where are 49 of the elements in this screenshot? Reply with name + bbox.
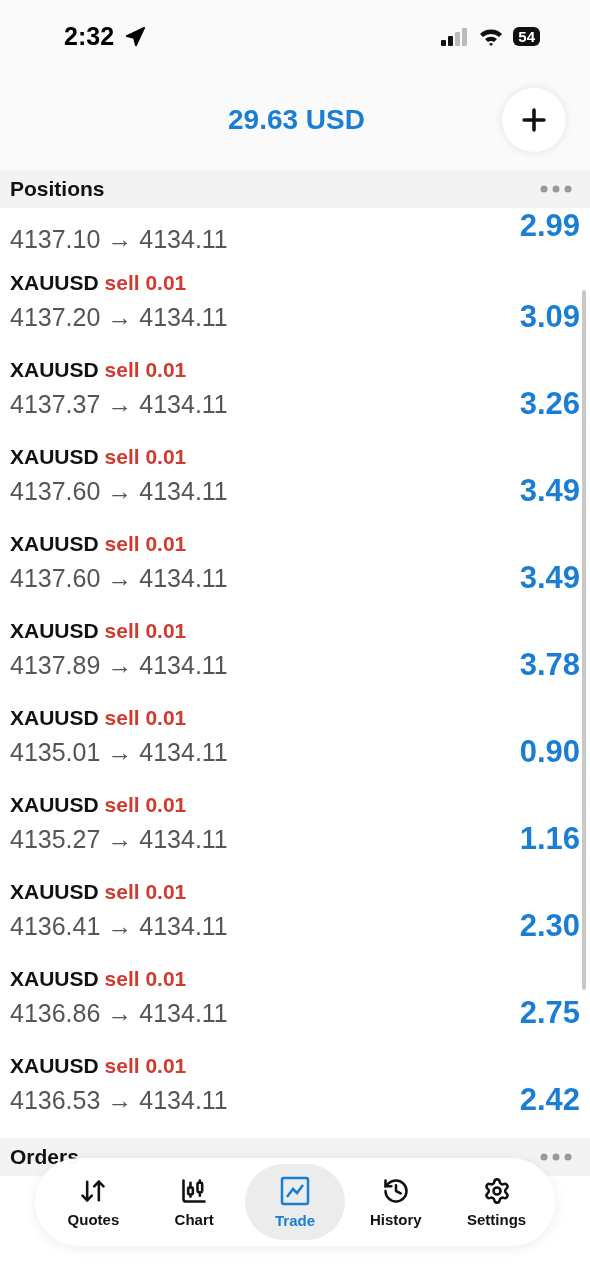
clock-time: 2:32 [64,22,115,51]
history-icon [381,1176,410,1205]
position-prices: 4137.89 → 4134.11 [10,651,228,680]
position-prices: 4137.10 → 4134.11 [10,225,228,254]
position-title: XAUUSD sell 0.01 [10,271,188,295]
candlestick-icon [180,1176,209,1205]
position-profit: 2.30 [519,907,580,944]
position-prices: 4136.86 → 4134.11 [10,999,228,1028]
section-title: Positions [10,177,105,201]
position-profit: 3.78 [519,646,580,683]
position-prices: 4137.60 → 4134.11 [10,477,228,506]
tab-button[interactable]: Trade [244,1164,346,1240]
position-profit: 2.42 [519,1081,580,1118]
position-title: XAUUSD sell 0.01 [10,1054,188,1078]
signal-icon [441,27,470,46]
position-prices: 4135.27 → 4134.11 [10,825,228,854]
position-prices: 4135.01 → 4134.11 [10,738,228,767]
tab-button[interactable]: Settings [446,1164,547,1240]
tab-button[interactable]: Chart [143,1164,245,1240]
position-prices: 4137.20 → 4134.11 [10,303,228,332]
balance-value: 29.63 USD [228,104,365,136]
more-icon[interactable] [540,185,572,193]
position-profit: 2.99 [519,208,580,244]
position-profit: 2.75 [519,994,580,1031]
position-title: XAUUSD sell 0.01 [10,880,188,904]
position-profit: 3.49 [519,472,580,509]
trend-chart-icon [280,1175,310,1206]
position-profit: 3.26 [519,385,580,422]
position-prices: 4136.53 → 4134.11 [10,1086,228,1115]
position-prices: 4136.41 → 4134.11 [10,912,228,941]
tab-button[interactable]: History [345,1164,447,1240]
position-prices: 4137.60 → 4134.11 [10,564,228,593]
battery-indicator: 54 [513,27,540,46]
position-profit: 3.49 [519,559,580,596]
position-title: XAUUSD sell 0.01 [10,532,188,556]
position-prices: 4137.37 → 4134.11 [10,390,228,419]
position-title: XAUUSD sell 0.01 [10,967,188,991]
position-title: XAUUSD sell 0.01 [10,793,188,817]
position-title: XAUUSD sell 0.01 [10,445,188,469]
settings-icon [482,1176,511,1205]
position-profit: 1.16 [519,820,580,857]
position-title: XAUUSD sell 0.01 [10,619,188,643]
position-title: XAUUSD sell 0.01 [10,358,188,382]
position-title: XAUUSD sell 0.01 [10,706,188,730]
wifi-icon [479,27,504,46]
position-profit: 0.90 [519,733,580,770]
position-profit: 3.09 [519,298,580,335]
location-icon [124,25,147,48]
more-icon[interactable] [540,1153,572,1161]
